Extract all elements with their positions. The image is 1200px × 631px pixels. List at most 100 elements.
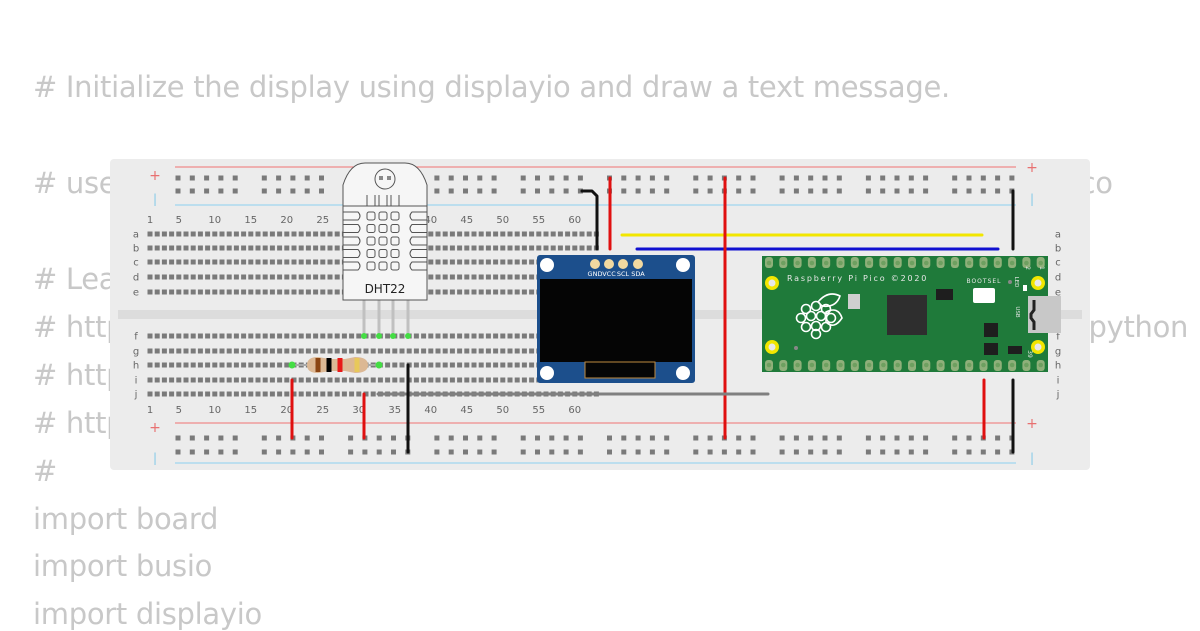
pico-pin-hole	[781, 362, 786, 368]
terminal-hole	[320, 259, 326, 265]
column-label-top: 5	[176, 215, 182, 226]
terminal-hole	[277, 391, 283, 397]
terminal-hole	[449, 231, 455, 237]
oled-pin-pad	[604, 259, 614, 269]
terminal-hole	[478, 289, 484, 295]
terminal-hole	[471, 377, 477, 383]
oled-pin-pad	[633, 259, 643, 269]
terminal-hole	[212, 348, 218, 354]
terminal-hole	[183, 377, 189, 383]
terminal-hole	[197, 377, 203, 383]
terminal-hole	[493, 362, 499, 368]
terminal-hole	[161, 289, 167, 295]
rail-hole	[520, 175, 526, 181]
mount-hole-icon	[540, 258, 554, 272]
terminal-hole	[269, 245, 275, 251]
terminal-hole	[219, 348, 225, 354]
rail-hole	[980, 449, 986, 455]
mount-hole-center	[1034, 343, 1042, 351]
terminal-hole	[399, 348, 405, 354]
terminal-hole	[298, 289, 304, 295]
column-label-bottom: 45	[460, 405, 473, 416]
terminal-hole	[305, 274, 311, 280]
terminal-hole	[449, 348, 455, 354]
terminal-hole	[457, 348, 463, 354]
terminal-hole	[291, 289, 297, 295]
terminal-hole	[579, 231, 585, 237]
terminal-hole	[291, 348, 297, 354]
terminal-hole	[442, 377, 448, 383]
terminal-hole	[435, 231, 441, 237]
terminal-hole	[212, 391, 218, 397]
rail-hole	[952, 449, 958, 455]
mount-hole-center	[1034, 279, 1042, 287]
pico-pin-hole	[966, 362, 972, 368]
terminal-hole	[500, 377, 506, 383]
terminal-hole	[161, 333, 167, 339]
terminal-hole	[507, 362, 513, 368]
terminal-hole	[147, 231, 153, 237]
row-label-left: d	[133, 273, 139, 284]
rail-hole	[232, 435, 238, 441]
rail-hole	[707, 449, 713, 455]
column-label-top: 50	[496, 215, 509, 226]
column-label-bottom: 5	[176, 405, 182, 416]
rail-hole	[750, 435, 756, 441]
terminal-hole	[457, 377, 463, 383]
terminal-hole	[377, 348, 383, 354]
rail-hole	[319, 435, 324, 441]
rail-hole	[520, 188, 526, 194]
rail-hole	[434, 435, 440, 441]
column-label-bottom: 50	[496, 405, 509, 416]
terminal-hole	[485, 245, 491, 251]
pico-pin-hole	[938, 362, 943, 368]
terminal-hole	[269, 348, 275, 354]
terminal-hole	[449, 289, 455, 295]
rail-hole	[865, 449, 871, 455]
terminal-hole	[529, 289, 535, 295]
terminal-hole	[262, 289, 268, 295]
terminal-hole	[485, 348, 491, 354]
terminal-hole	[298, 348, 304, 354]
terminal-hole	[248, 348, 254, 354]
terminal-hole	[521, 231, 527, 237]
terminal-hole	[183, 333, 189, 339]
pin-connection-dot	[375, 361, 383, 369]
terminal-hole	[500, 333, 506, 339]
terminal-hole	[478, 259, 484, 265]
terminal-hole	[205, 274, 211, 280]
terminal-hole	[493, 289, 499, 295]
terminal-hole	[421, 362, 427, 368]
terminal-hole	[471, 333, 477, 339]
rail-plus-marker: +	[1026, 416, 1038, 432]
terminal-hole	[241, 362, 247, 368]
rail-hole	[649, 175, 655, 181]
terminal-hole	[442, 289, 448, 295]
rail-hole	[952, 175, 958, 181]
terminal-hole	[255, 231, 261, 237]
terminal-hole	[313, 274, 319, 280]
pico-pin-hole	[852, 362, 858, 368]
terminal-hole	[428, 245, 434, 251]
terminal-hole	[428, 377, 434, 383]
terminal-hole	[147, 333, 153, 339]
terminal-hole	[385, 348, 391, 354]
terminal-hole	[349, 333, 355, 339]
terminal-hole	[327, 231, 333, 237]
terminal-hole	[356, 377, 362, 383]
terminal-hole	[284, 289, 290, 295]
terminal-hole	[241, 231, 247, 237]
terminal-hole	[255, 259, 261, 265]
rail-hole	[463, 449, 468, 455]
rail-hole	[218, 435, 224, 441]
terminal-hole	[334, 231, 340, 237]
terminal-hole	[457, 245, 463, 251]
terminal-hole	[219, 289, 225, 295]
terminal-hole	[233, 259, 239, 265]
terminal-hole	[305, 348, 311, 354]
terminal-hole	[169, 333, 175, 339]
usb-label: USB	[1014, 306, 1020, 318]
rail-hole	[304, 175, 310, 181]
terminal-hole	[212, 362, 218, 368]
terminal-hole	[341, 333, 347, 339]
